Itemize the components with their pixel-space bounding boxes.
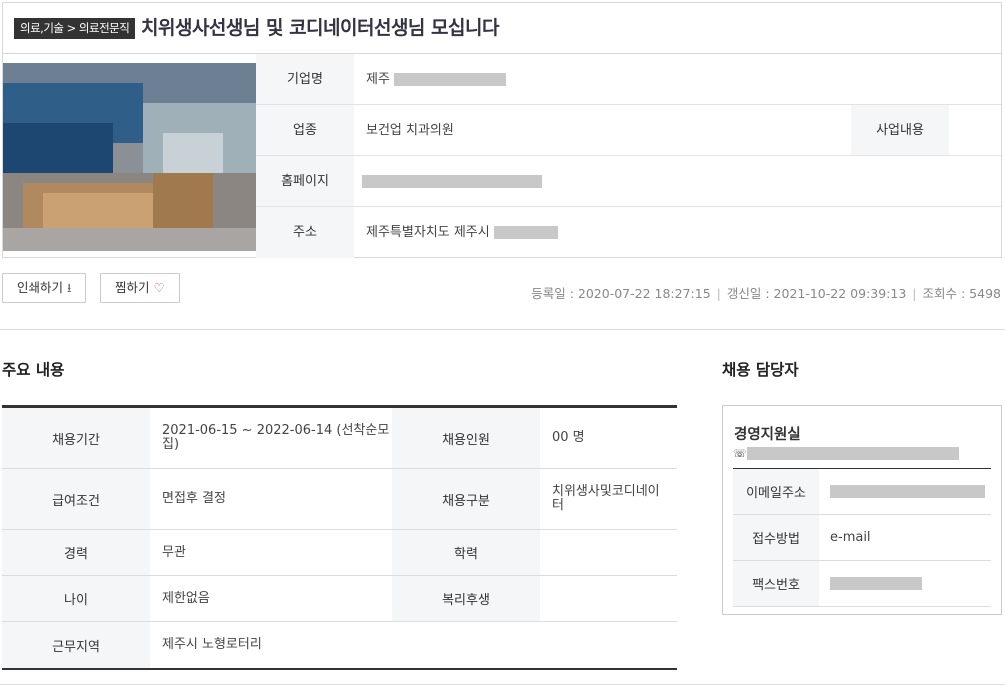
address-value: 제주특별자치도 제주시 (366, 207, 558, 258)
divider (0, 329, 1005, 330)
redacted-block (362, 175, 542, 188)
print-label: 인쇄하기 (17, 280, 64, 295)
work-area-label: 근무지역 (2, 622, 150, 668)
method-value: e-mail (830, 530, 871, 545)
job-title: 치위생사선생님 및 코디네이터선생님 모십니다 (141, 17, 499, 39)
company-name-label: 기업명 (256, 54, 354, 104)
main-section-title: 주요 내용 (2, 361, 65, 379)
category-badge[interactable]: 의료,기술 > 의료전문직 (14, 18, 136, 39)
meta-separator: | (716, 286, 721, 301)
homepage-value[interactable] (362, 156, 542, 207)
recruit-period-value: 2021-06-15 ~ 2022-06-14 (선착순모집) (162, 423, 390, 452)
redacted-block (830, 577, 922, 590)
benefits-label: 복리후생 (392, 576, 540, 621)
contact-section-title: 채용 담당자 (722, 361, 799, 379)
table-row: 경력 무관 학력 (2, 530, 677, 576)
company-name-value: 제주 (366, 54, 507, 105)
employment-type-value: 치위생사및코디네이터 (552, 484, 660, 513)
method-label: 접수방법 (733, 515, 819, 560)
divider (0, 684, 1005, 685)
table-row: 급여조건 면접후 결정 채용구분 치위생사및코디네이터 (2, 469, 677, 530)
method-row: 접수방법 e-mail (733, 515, 991, 561)
experience-label: 경력 (2, 530, 150, 575)
print-button[interactable]: 인쇄하기 ⭳ (2, 273, 87, 303)
company-name-row: 기업명 제주 (256, 54, 1001, 105)
view-count: 조회수 : 5498 (922, 286, 1001, 301)
redacted-block (830, 485, 985, 498)
meta-separator: | (912, 286, 917, 301)
address-label: 주소 (256, 207, 354, 258)
work-area-value: 제주시 노형로터리 (162, 637, 262, 652)
job-title-bar: 의료,기술 > 의료전문직 치위생사선생님 및 코디네이터선생님 모십니다 (2, 2, 1002, 53)
company-photo (3, 63, 256, 251)
phone-icon: ☏ (733, 447, 747, 460)
table-row: 채용기간 2021-06-15 ~ 2022-06-14 (선착순모집) 채용인… (2, 408, 677, 469)
industry-value: 보건업 치과의원 (366, 123, 454, 138)
homepage-label: 홈페이지 (256, 156, 354, 206)
redacted-block (493, 226, 558, 239)
table-row: 나이 제한없음 복리후생 (2, 576, 677, 622)
address-row: 주소 제주특별자치도 제주시 (256, 207, 1001, 258)
salary-value: 면접후 결정 (162, 491, 226, 506)
recruit-period-label: 채용기간 (2, 408, 150, 468)
favorite-button[interactable]: 찜하기 ♡ (100, 273, 180, 303)
fax-row: 팩스번호 (733, 561, 991, 607)
contact-department: 경영지원실 (734, 427, 801, 443)
industry-row: 업종 보건업 치과의원 사업내용 (256, 105, 1001, 156)
redacted-block (747, 447, 959, 460)
education-label: 학력 (392, 530, 540, 575)
age-label: 나이 (2, 576, 150, 621)
contact-box: 경영지원실 ☏ 이메일주소 접수방법 e-mail 팩스번호 (722, 405, 1002, 615)
headcount-label: 채용인원 (392, 408, 540, 468)
email-row: 이메일주소 (733, 469, 991, 515)
homepage-row: 홈페이지 (256, 156, 1001, 207)
updated-date: 갱신일 : 2021-10-22 09:39:13 (726, 286, 907, 301)
registered-date: 등록일 : 2020-07-22 18:27:15 (531, 286, 711, 301)
favorite-label: 찜하기 (115, 280, 150, 295)
headcount-value: 00 명 (552, 430, 585, 445)
company-info: 기업명 제주 업종 보건업 치과의원 사업내용 홈페이지 주소 제주특별자치도 … (2, 53, 1002, 258)
post-meta: 등록일 : 2020-07-22 18:27:15 | 갱신일 : 2021-10-… (531, 283, 1001, 302)
table-row: 근무지역 제주시 노형로터리 (2, 622, 677, 668)
email-label: 이메일주소 (733, 469, 819, 514)
age-value: 제한없음 (162, 590, 210, 606)
main-info-table: 채용기간 2021-06-15 ~ 2022-06-14 (선착순모집) 채용인… (2, 405, 677, 670)
employment-type-label: 채용구분 (392, 469, 540, 529)
download-tray-icon: ⭳ (67, 280, 72, 295)
experience-value: 무관 (162, 544, 186, 560)
salary-label: 급여조건 (2, 469, 150, 529)
fax-label: 팩스번호 (733, 561, 819, 606)
fax-value (830, 561, 922, 606)
heart-icon: ♡ (153, 280, 165, 295)
industry-label: 업종 (256, 105, 354, 155)
redacted-block (394, 73, 507, 86)
email-value (830, 469, 985, 514)
business-label: 사업내용 (851, 105, 949, 155)
